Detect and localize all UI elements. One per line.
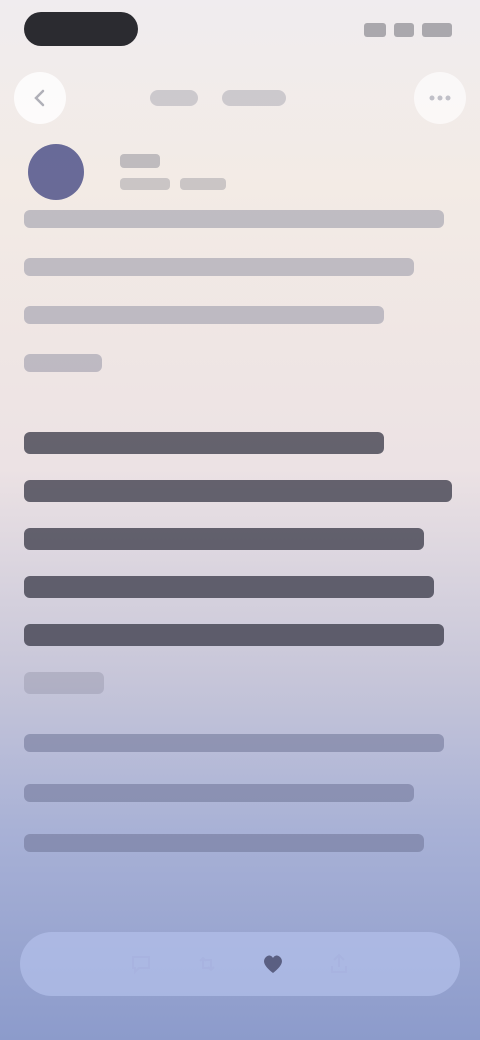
dynamic-island xyxy=(24,12,138,46)
text-line xyxy=(24,576,434,598)
text-line xyxy=(24,210,444,228)
author-name xyxy=(120,154,160,168)
avatar[interactable] xyxy=(28,144,84,200)
paragraph-3 xyxy=(24,734,454,852)
reply-icon xyxy=(132,956,150,975)
nav-tab-1[interactable] xyxy=(150,90,198,106)
navigation-bar xyxy=(0,64,480,128)
text-line xyxy=(24,306,384,324)
text-line xyxy=(24,734,444,752)
post-time xyxy=(180,178,226,190)
share-icon xyxy=(331,953,347,973)
like-button[interactable] xyxy=(260,951,286,977)
wifi-icon xyxy=(394,23,414,37)
back-button[interactable] xyxy=(14,72,66,124)
back-icon xyxy=(34,89,45,107)
text-line xyxy=(24,258,414,276)
post-content xyxy=(24,210,454,888)
text-line xyxy=(24,672,104,694)
author-header[interactable] xyxy=(120,154,320,190)
more-button[interactable] xyxy=(414,72,466,124)
retweet-button[interactable] xyxy=(194,951,220,977)
text-line xyxy=(24,432,384,454)
paragraph-2 xyxy=(24,432,454,694)
text-line xyxy=(24,834,424,852)
text-line xyxy=(24,528,424,550)
text-line xyxy=(24,784,414,802)
signal-icon xyxy=(364,23,386,37)
status-bar xyxy=(0,0,480,60)
bottom-toolbar xyxy=(20,932,460,996)
author-handle xyxy=(120,178,170,190)
author-meta xyxy=(120,178,320,190)
reply-button[interactable] xyxy=(128,951,154,977)
paragraph-1 xyxy=(24,210,454,372)
retweet-icon xyxy=(199,956,215,972)
battery-icon xyxy=(422,23,452,37)
share-button[interactable] xyxy=(326,951,352,977)
text-line xyxy=(24,480,452,502)
like-icon xyxy=(264,955,282,973)
more-icon xyxy=(429,95,451,101)
nav-tabs xyxy=(150,76,340,120)
status-icons xyxy=(356,20,452,40)
nav-tab-2[interactable] xyxy=(222,90,286,106)
text-line xyxy=(24,354,102,372)
text-line xyxy=(24,624,444,646)
